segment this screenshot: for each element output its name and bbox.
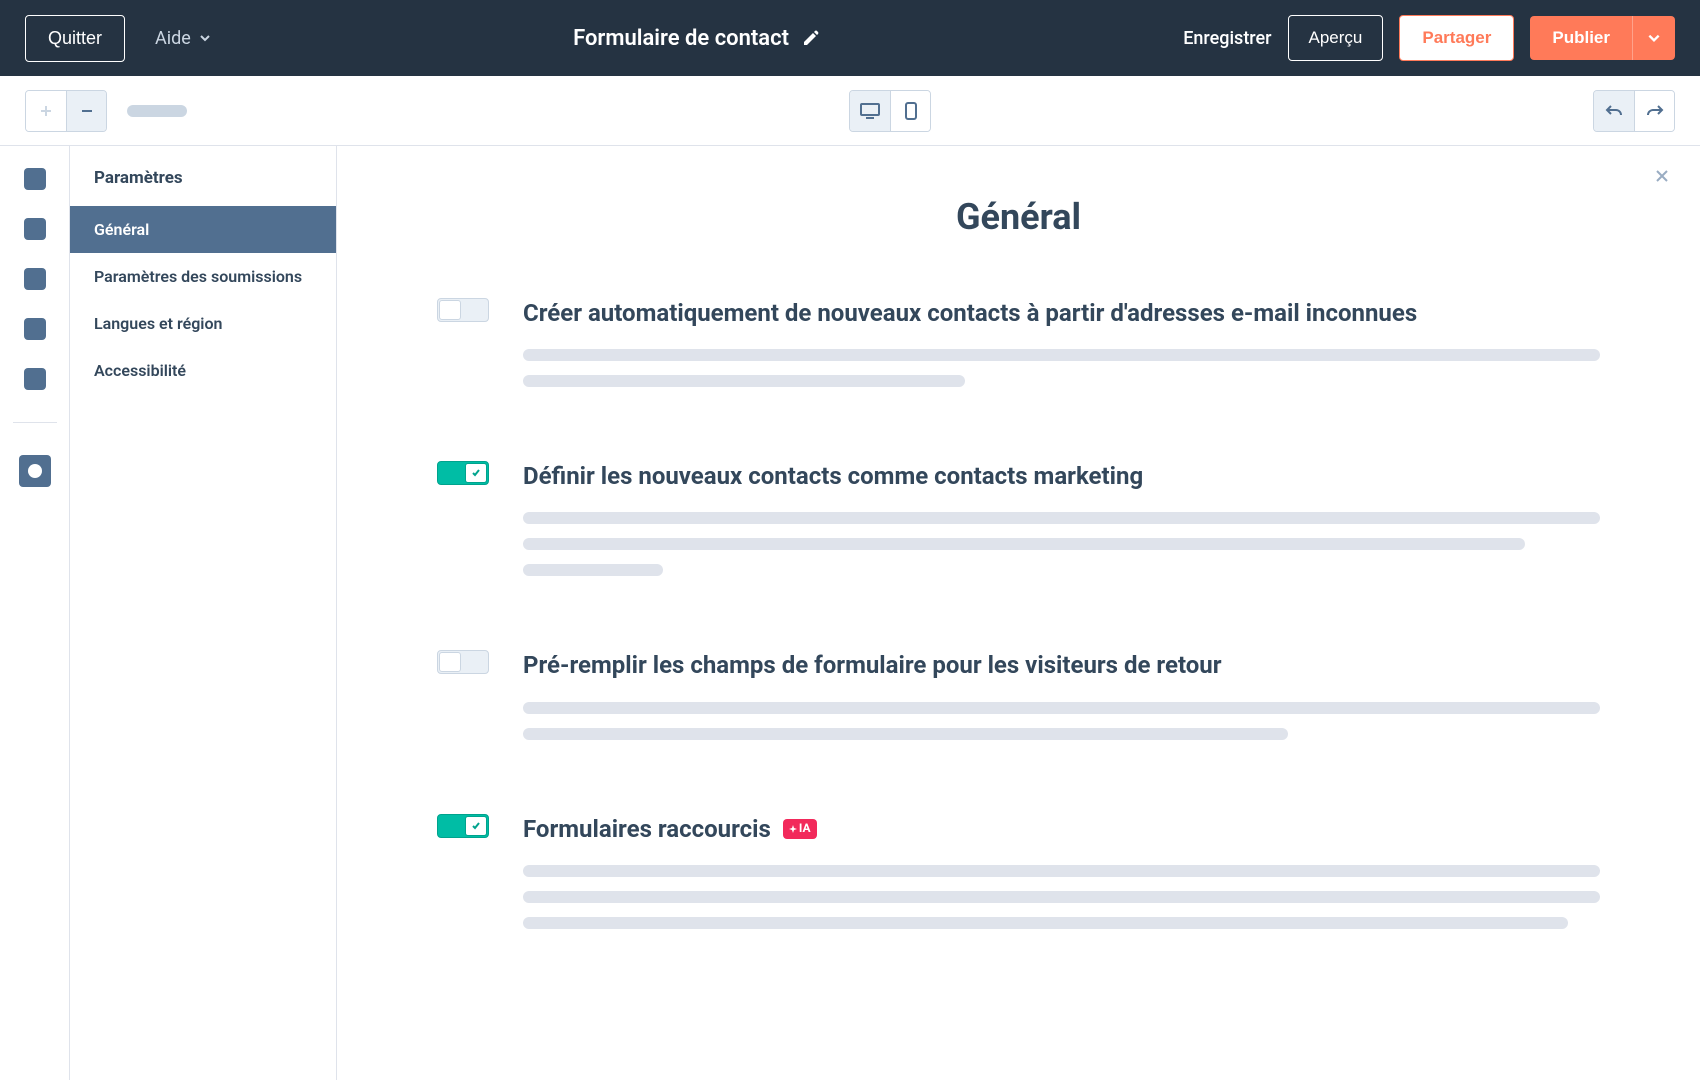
rail-item-2[interactable]: [24, 218, 46, 240]
redo-icon: [1646, 103, 1664, 119]
save-link[interactable]: Enregistrer: [1183, 28, 1271, 49]
setting-body: Définir les nouveaux contacts comme cont…: [523, 461, 1600, 590]
chevron-down-icon: [1647, 31, 1661, 45]
setting-title: Pré-remplir les champs de formulaire pou…: [523, 650, 1600, 681]
zoom-in-button[interactable]: [26, 91, 66, 131]
setting-row: Formulaires raccourcis IA: [437, 814, 1600, 943]
help-label: Aide: [155, 28, 191, 49]
minus-icon: [79, 103, 95, 119]
help-menu[interactable]: Aide: [155, 28, 211, 49]
redo-button[interactable]: [1634, 91, 1674, 131]
close-button[interactable]: [1654, 168, 1670, 184]
main-panel: Général Créer automatiquement de nouveau…: [337, 146, 1700, 1080]
setting-row: Créer automatiquement de nouveaux contac…: [437, 298, 1600, 401]
circle-icon: [28, 464, 42, 478]
rail-item-5[interactable]: [24, 368, 46, 390]
setting-row: Définir les nouveaux contacts comme cont…: [437, 461, 1600, 590]
toggle-knob: [465, 816, 487, 836]
setting-body: Formulaires raccourcis IA: [523, 814, 1600, 943]
zoom-out-button[interactable]: [66, 91, 106, 131]
quit-button[interactable]: Quitter: [25, 15, 125, 62]
toolbar: [0, 76, 1700, 146]
preview-button[interactable]: Aperçu: [1288, 15, 1384, 61]
plus-icon: [38, 103, 54, 119]
description-placeholder: [523, 728, 1288, 740]
toggle-knob: [439, 652, 461, 672]
mobile-view-button[interactable]: [890, 91, 930, 131]
setting-body: Pré-remplir les champs de formulaire pou…: [523, 650, 1600, 753]
setting-title: Formulaires raccourcis IA: [523, 814, 1600, 845]
description-placeholder: [523, 702, 1600, 714]
description-placeholder: [523, 375, 965, 387]
share-button[interactable]: Partager: [1399, 15, 1514, 61]
app-header: Quitter Aide Formulaire de contact Enreg…: [0, 0, 1700, 76]
undo-button[interactable]: [1594, 91, 1634, 131]
sidebar-header: Paramètres: [70, 146, 336, 206]
ai-badge: IA: [783, 819, 817, 839]
device-toggle: [849, 90, 931, 132]
pencil-icon[interactable]: [801, 28, 821, 48]
description-placeholder: [523, 917, 1568, 929]
form-title: Formulaire de contact: [573, 26, 789, 51]
description-placeholder: [523, 891, 1600, 903]
toggle-switch[interactable]: [437, 814, 489, 838]
desktop-view-button[interactable]: [850, 91, 890, 131]
setting-title: Définir les nouveaux contacts comme cont…: [523, 461, 1600, 492]
chevron-down-icon: [199, 32, 211, 44]
publish-button[interactable]: Publier: [1530, 16, 1632, 60]
header-title-group: Formulaire de contact: [573, 26, 821, 51]
header-left: Quitter Aide: [25, 15, 211, 62]
description-placeholder: [523, 538, 1525, 550]
toggle-switch[interactable]: [437, 650, 489, 674]
description-placeholder: [523, 512, 1600, 524]
rail-item-4[interactable]: [24, 318, 46, 340]
check-icon: [471, 821, 481, 831]
toggle-switch[interactable]: [437, 461, 489, 485]
rail-divider: [13, 422, 57, 423]
settings-sidebar: Paramètres Général Paramètres des soumis…: [70, 146, 337, 1080]
toggle-knob: [439, 300, 461, 320]
desktop-icon: [859, 102, 881, 120]
toggle-switch[interactable]: [437, 298, 489, 322]
undo-icon: [1605, 103, 1623, 119]
description-placeholder: [523, 349, 1600, 361]
header-right: Enregistrer Aperçu Partager Publier: [1183, 15, 1675, 61]
sidebar-item-language[interactable]: Langues et région: [70, 300, 336, 347]
toolbar-center: [849, 90, 931, 132]
publish-button-group: Publier: [1530, 16, 1675, 60]
left-rail: [0, 146, 70, 1080]
rail-item-settings[interactable]: [19, 455, 51, 487]
sidebar-item-submissions[interactable]: Paramètres des soumissions: [70, 253, 336, 300]
sparkle-icon: [789, 825, 797, 833]
zoom-label-placeholder: [127, 105, 187, 117]
zoom-group: [25, 90, 107, 132]
setting-body: Créer automatiquement de nouveaux contac…: [523, 298, 1600, 401]
mobile-icon: [904, 101, 918, 121]
description-placeholder: [523, 564, 663, 576]
check-icon: [471, 468, 481, 478]
undo-redo-group: [1593, 90, 1675, 132]
sidebar-item-general[interactable]: Général: [70, 206, 336, 253]
setting-title: Créer automatiquement de nouveaux contac…: [523, 298, 1600, 329]
setting-title-text: Définir les nouveaux contacts comme cont…: [523, 461, 1143, 492]
toolbar-right: [1593, 90, 1675, 132]
rail-item-1[interactable]: [24, 168, 46, 190]
setting-title-text: Créer automatiquement de nouveaux contac…: [523, 298, 1417, 329]
setting-row: Pré-remplir les champs de formulaire pou…: [437, 650, 1600, 753]
body: Paramètres Général Paramètres des soumis…: [0, 146, 1700, 1080]
sidebar-item-accessibility[interactable]: Accessibilité: [70, 347, 336, 394]
page-title: Général: [437, 196, 1600, 238]
description-placeholder: [523, 865, 1600, 877]
toolbar-left: [25, 90, 187, 132]
toggle-knob: [465, 463, 487, 483]
rail-item-3[interactable]: [24, 268, 46, 290]
setting-title-text: Pré-remplir les champs de formulaire pou…: [523, 650, 1222, 681]
publish-caret-button[interactable]: [1632, 16, 1675, 60]
setting-title-text: Formulaires raccourcis: [523, 814, 771, 845]
close-icon: [1654, 168, 1670, 184]
